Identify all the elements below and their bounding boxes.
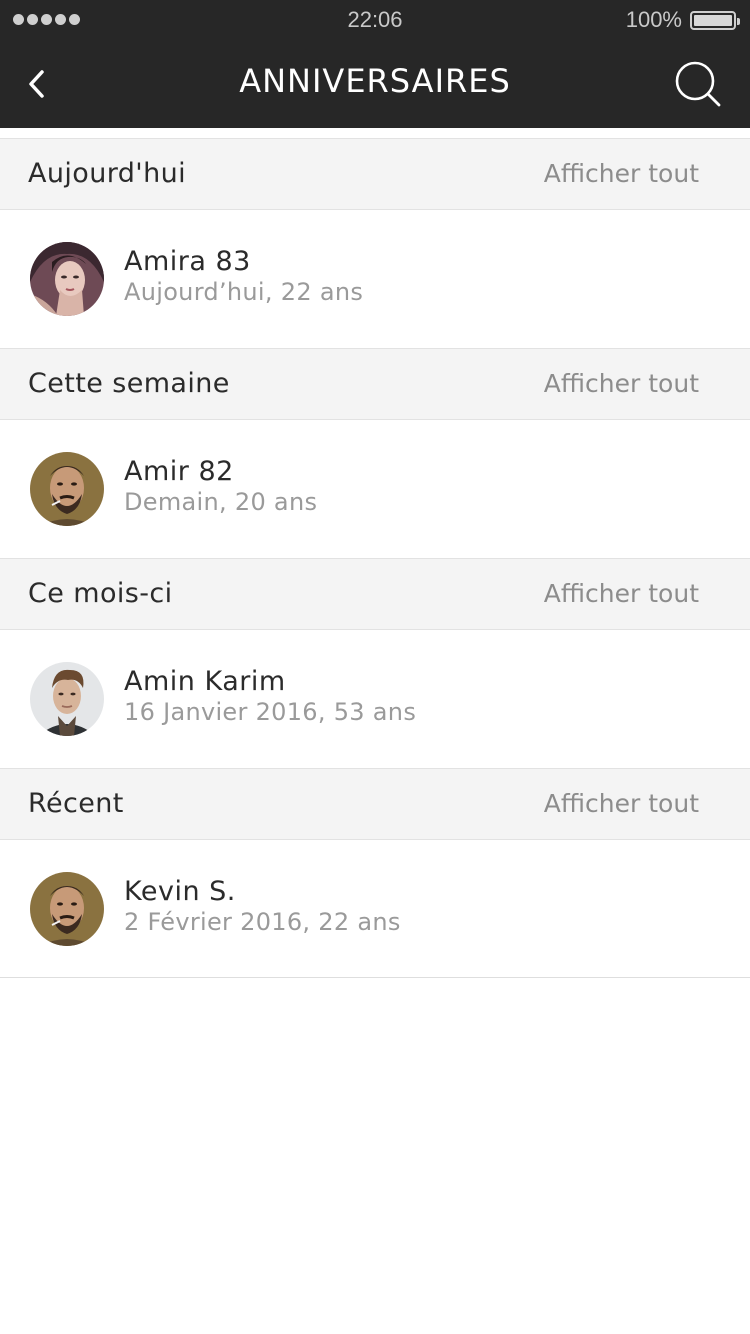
battery-percentage: 100% — [625, 7, 682, 32]
search-button[interactable] — [674, 60, 724, 110]
contact-name: Amir 82 — [124, 456, 234, 487]
section-title: Aujourd'hui — [28, 158, 187, 189]
section-header-this-week: Cette semaine Afficher tout — [0, 348, 750, 420]
section-title: Ce mois-ci — [28, 578, 173, 609]
section-header-recent: Récent Afficher tout — [0, 768, 750, 840]
page-title: ANNIVERSAIRES — [239, 62, 511, 100]
status-bar: 22:06 100% — [0, 0, 750, 40]
see-all-link[interactable]: Afficher tout — [544, 159, 699, 188]
list-item[interactable]: Amira 83 Aujourd’hui, 22 ans — [0, 210, 750, 348]
contact-name: Amin Karim — [124, 666, 286, 697]
avatar — [30, 242, 104, 316]
search-icon — [675, 61, 721, 107]
see-all-link[interactable]: Afficher tout — [544, 579, 699, 608]
avatar — [30, 452, 104, 526]
birthday-detail: 2 Février 2016, 22 ans — [124, 908, 401, 936]
see-all-link[interactable]: Afficher tout — [544, 789, 699, 818]
contact-name: Amira 83 — [124, 246, 251, 277]
app-header: 22:06 100% ANNIVERSAIRES — [0, 0, 750, 128]
list-item[interactable]: Amir 82 Demain, 20 ans — [0, 420, 750, 558]
birthday-detail: Demain, 20 ans — [124, 488, 318, 516]
section-header-today: Aujourd'hui Afficher tout — [0, 138, 750, 210]
back-button[interactable] — [22, 64, 58, 104]
birthday-detail: 16 Janvier 2016, 53 ans — [124, 698, 417, 726]
section-title: Cette semaine — [28, 368, 230, 399]
list-item[interactable]: Kevin S. 2 Février 2016, 22 ans — [0, 840, 750, 978]
list-item[interactable]: Amin Karim 16 Janvier 2016, 53 ans — [0, 630, 750, 768]
see-all-link[interactable]: Afficher tout — [544, 369, 699, 398]
birthday-list: Aujourd'hui Afficher tout Amira 83 Aujou… — [0, 138, 750, 978]
section-header-this-month: Ce mois-ci Afficher tout — [0, 558, 750, 630]
section-title: Récent — [28, 788, 124, 819]
chevron-left-icon — [29, 70, 44, 98]
avatar — [30, 872, 104, 946]
contact-name: Kevin S. — [124, 876, 236, 907]
avatar — [30, 662, 104, 736]
battery-icon — [690, 11, 740, 30]
birthday-detail: Aujourd’hui, 22 ans — [124, 278, 364, 306]
